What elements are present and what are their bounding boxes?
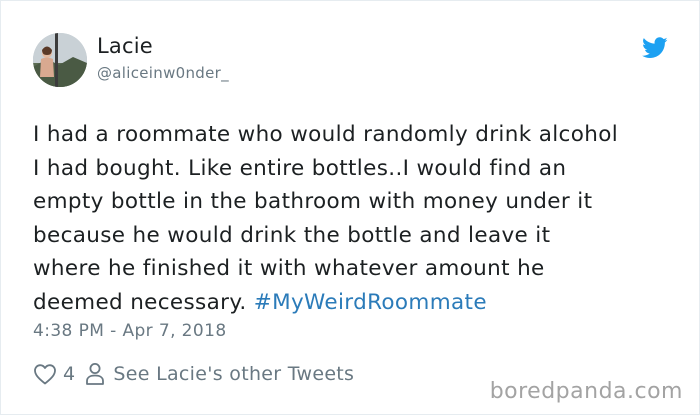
other-tweets-link[interactable]: See Lacie's other Tweets xyxy=(113,363,354,385)
author-display-name[interactable]: Lacie xyxy=(97,34,153,58)
person-icon[interactable] xyxy=(85,362,105,386)
watermark: boredpanda.com xyxy=(489,379,683,404)
tweet-actions: 4 See Lacie's other Tweets xyxy=(33,359,354,389)
author-screen-name[interactable]: @aliceinw0nder_ xyxy=(97,64,229,82)
tweet-card: Lacie @aliceinw0nder_ I had a roommate w… xyxy=(0,0,700,415)
heart-icon[interactable] xyxy=(33,363,57,385)
tweet-body: I had a roommate who would randomly drin… xyxy=(33,122,619,315)
like-count[interactable]: 4 xyxy=(63,363,75,385)
tweet-text: I had a roommate who would randomly drin… xyxy=(33,118,683,319)
hashtag-link[interactable]: #MyWeirdRoommate xyxy=(254,290,487,315)
avatar[interactable] xyxy=(33,33,87,87)
twitter-bird-icon[interactable] xyxy=(642,37,668,59)
profile-photo-icon xyxy=(33,33,87,87)
tweet-timestamp[interactable]: 4:38 PM - Apr 7, 2018 xyxy=(33,321,227,341)
